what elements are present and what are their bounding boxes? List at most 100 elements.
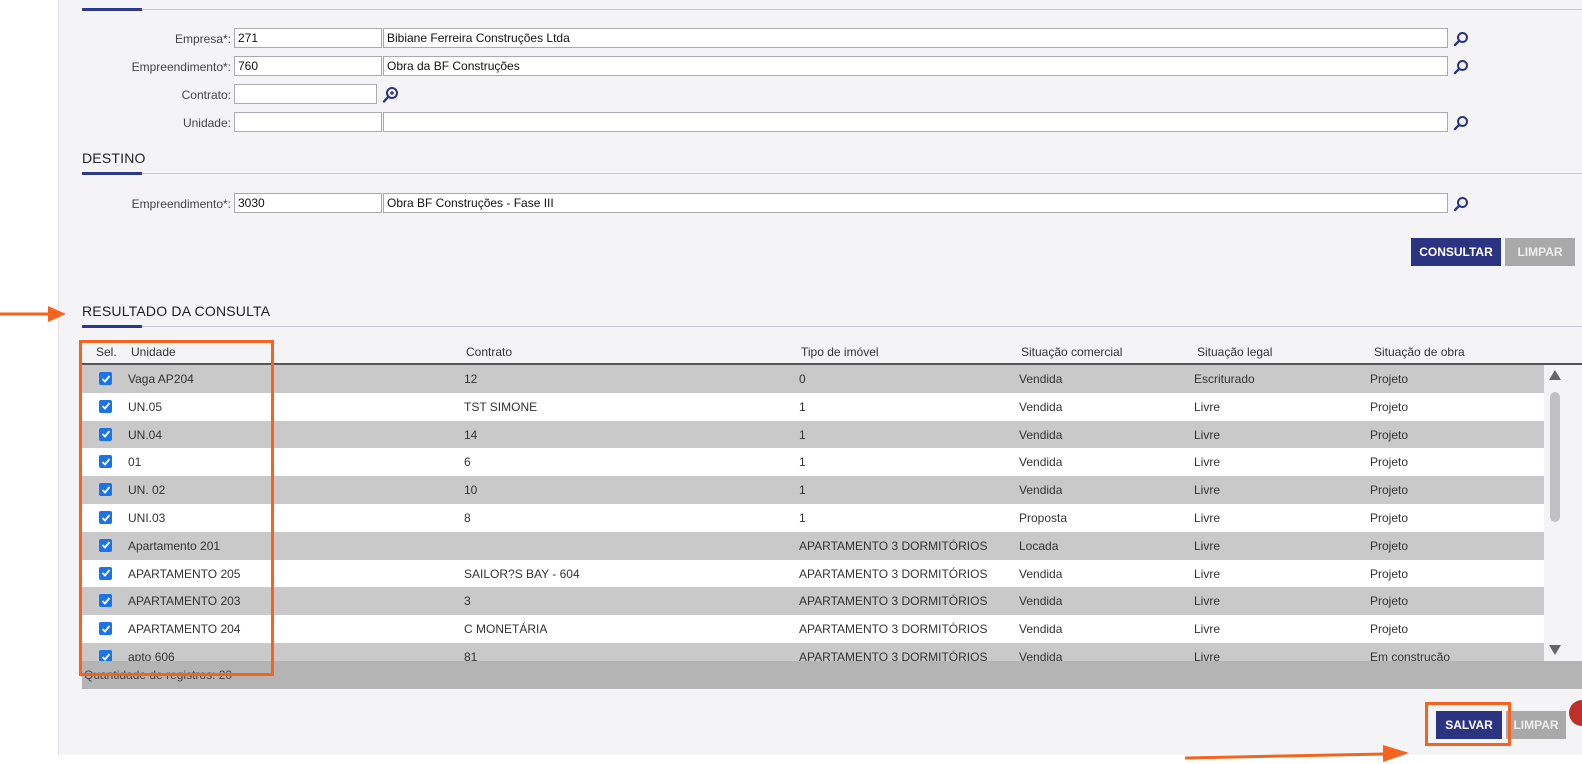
unidade-search-icon[interactable] [1451, 113, 1471, 133]
arrow-annotation [0, 306, 66, 322]
unidade-label: Unidade: [182, 116, 231, 130]
cell-situacao-comercial: Vendida [1019, 622, 1063, 637]
limpar-bottom-button[interactable]: LIMPAR [1506, 711, 1566, 739]
table-row[interactable]: apto 606 81 APARTAMENTO 3 DORMITÓRIOS Vendi… [82, 643, 1544, 661]
cell-contrato: C MONETÁRIA [464, 622, 548, 637]
cell-situacao-legal: Livre [1194, 538, 1221, 553]
notification-badge[interactable] [1569, 700, 1582, 726]
empresa-label: Empresa*: [174, 32, 231, 46]
destino-empreendimento-name-input[interactable]: Obra BF Construções - Fase III [383, 193, 1448, 213]
consultar-button[interactable]: CONSULTAR [1411, 238, 1501, 266]
cell-contrato: 12 [464, 372, 478, 386]
empreendimento-label: Empreendimento*: [131, 60, 231, 74]
form-panel: Empresa*: 271 Bibiane Ferreira Construçõ… [59, 0, 1582, 755]
cell-situacao-obra: Projeto [1370, 483, 1409, 498]
table-header: Sel. Unidade Contrato Tipo de imóvel Sit… [82, 342, 1582, 365]
cell-situacao-legal: Livre [1194, 594, 1221, 609]
cell-situacao-obra: Projeto [1370, 372, 1409, 386]
destino-title: DESTINO [82, 150, 146, 166]
cell-situacao-comercial: Vendida [1019, 427, 1063, 442]
cell-contrato: 10 [464, 483, 478, 498]
unidade-code-input[interactable] [234, 112, 382, 132]
table-row[interactable]: APARTAMENTO 204 C MONETÁRIA APARTAMENTO 3 … [82, 615, 1544, 644]
cell-situacao-legal: Escriturado [1194, 372, 1255, 386]
cell-situacao-obra: Em construção [1370, 650, 1451, 661]
cell-situacao-obra: Projeto [1370, 427, 1409, 442]
cell-tipo-imovel: APARTAMENTO 3 DORMITÓRIOS [799, 650, 988, 661]
contrato-input[interactable] [234, 84, 377, 104]
cell-contrato: 6 [464, 455, 471, 470]
scroll-up-icon[interactable] [1548, 369, 1562, 384]
cell-tipo-imovel: APARTAMENTO 3 DORMITÓRIOS [799, 538, 988, 553]
results-table: Sel. Unidade Contrato Tipo de imóvel Sit… [82, 342, 1582, 690]
cell-situacao-obra: Projeto [1370, 455, 1409, 470]
unidade-row: Unidade: [59, 112, 1509, 134]
cell-situacao-comercial: Vendida [1019, 372, 1063, 386]
cell-situacao-obra: Projeto [1370, 594, 1409, 609]
left-margin [0, 0, 59, 755]
cell-tipo-imovel: 1 [799, 455, 806, 470]
unidade-name-input[interactable] [383, 112, 1448, 132]
resultado-accent [82, 325, 142, 328]
scroll-down-icon[interactable] [1548, 644, 1562, 659]
selection-column-highlight [79, 340, 274, 676]
empreendimento-search-icon[interactable] [1451, 57, 1471, 77]
table-row[interactable]: APARTAMENTO 203 3 APARTAMENTO 3 DORMITÓRIO… [82, 587, 1544, 616]
cell-contrato: 8 [464, 511, 471, 525]
cell-situacao-legal: Livre [1194, 399, 1221, 414]
empresa-code-input[interactable]: 271 [234, 28, 382, 48]
cell-situacao-obra: Projeto [1370, 399, 1409, 414]
table-row[interactable]: Vaga AP204 12 0 Vendida Escriturado Projeto [82, 365, 1544, 393]
destino-divider [82, 173, 1582, 174]
col-situacao-comercial[interactable]: Situação comercial [1021, 345, 1122, 359]
section-divider [82, 9, 1582, 10]
destino-accent [82, 172, 142, 175]
resultado-title: RESULTADO DA CONSULTA [82, 303, 271, 319]
cell-situacao-legal: Livre [1194, 483, 1221, 498]
cell-situacao-comercial: Vendida [1019, 455, 1063, 470]
cell-tipo-imovel: APARTAMENTO 3 DORMITÓRIOS [799, 622, 988, 637]
cell-contrato: 3 [464, 594, 471, 609]
cell-tipo-imovel: APARTAMENTO 3 DORMITÓRIOS [799, 594, 988, 609]
table-row[interactable]: UNI.03 8 1 Proposta Livre Projeto [82, 504, 1544, 532]
col-contrato[interactable]: Contrato [466, 345, 512, 359]
table-row[interactable]: UN. 02 10 1 Vendida Livre Projeto [82, 476, 1544, 505]
arrow-annotation-salvar [1185, 745, 1409, 762]
table-body: Vaga AP204 12 0 Vendida Escriturado Projeto UN… [82, 365, 1544, 661]
destino-empreendimento-code-input[interactable]: 3030 [234, 193, 382, 213]
empreendimento-code-input[interactable]: 760 [234, 56, 382, 76]
empresa-name-input[interactable]: Bibiane Ferreira Construções Ltda [383, 28, 1448, 48]
col-situacao-legal[interactable]: Situação legal [1197, 345, 1272, 359]
cell-contrato: 81 [464, 650, 478, 661]
table-row[interactable]: UN.04 14 1 Vendida Livre Projeto [82, 420, 1544, 449]
col-situacao-obra[interactable]: Situação de obra [1374, 345, 1465, 359]
destino-empreendimento-row: Empreendimento*: 3030 Obra BF Construçõe… [59, 193, 1509, 215]
col-tipo-imovel[interactable]: Tipo de imóvel [801, 345, 879, 359]
cell-situacao-comercial: Vendida [1019, 650, 1063, 661]
cell-situacao-comercial: Vendida [1019, 399, 1063, 414]
table-row[interactable]: APARTAMENTO 205 SAILOR?S BAY - 604 APARTAM… [82, 559, 1544, 588]
limpar-button[interactable]: LIMPAR [1505, 238, 1575, 266]
empresa-row: Empresa*: 271 Bibiane Ferreira Construçõ… [59, 28, 1509, 50]
cell-situacao-comercial: Proposta [1019, 511, 1068, 525]
table-row[interactable]: UN.05 TST SIMONE 1 Vendida Livre Projeto [82, 392, 1544, 421]
cell-situacao-legal: Livre [1194, 566, 1221, 581]
cell-situacao-legal: Livre [1194, 427, 1221, 442]
cell-situacao-comercial: Vendida [1019, 483, 1063, 498]
empresa-search-icon[interactable] [1451, 29, 1471, 49]
destino-empreendimento-search-icon[interactable] [1451, 194, 1471, 214]
cell-tipo-imovel: 1 [799, 399, 806, 414]
scrollbar-thumb[interactable] [1550, 392, 1560, 522]
cell-situacao-legal: Livre [1194, 455, 1221, 470]
cell-tipo-imovel: 1 [799, 511, 806, 525]
cell-tipo-imovel: 1 [799, 427, 806, 442]
cell-situacao-obra: Projeto [1370, 511, 1409, 525]
cell-situacao-legal: Livre [1194, 650, 1221, 661]
cell-tipo-imovel: APARTAMENTO 3 DORMITÓRIOS [799, 566, 988, 581]
table-row[interactable]: Apartamento 201 APARTAMENTO 3 DORMITÓRIOS… [82, 531, 1544, 560]
cell-contrato: SAILOR?S BAY - 604 [464, 566, 580, 581]
table-row[interactable]: 01 6 1 Vendida Livre Projeto [82, 448, 1544, 477]
empreendimento-name-input[interactable]: Obra da BF Construções [383, 56, 1448, 76]
cell-situacao-legal: Livre [1194, 622, 1221, 637]
contrato-search-advanced-icon[interactable] [381, 85, 401, 105]
